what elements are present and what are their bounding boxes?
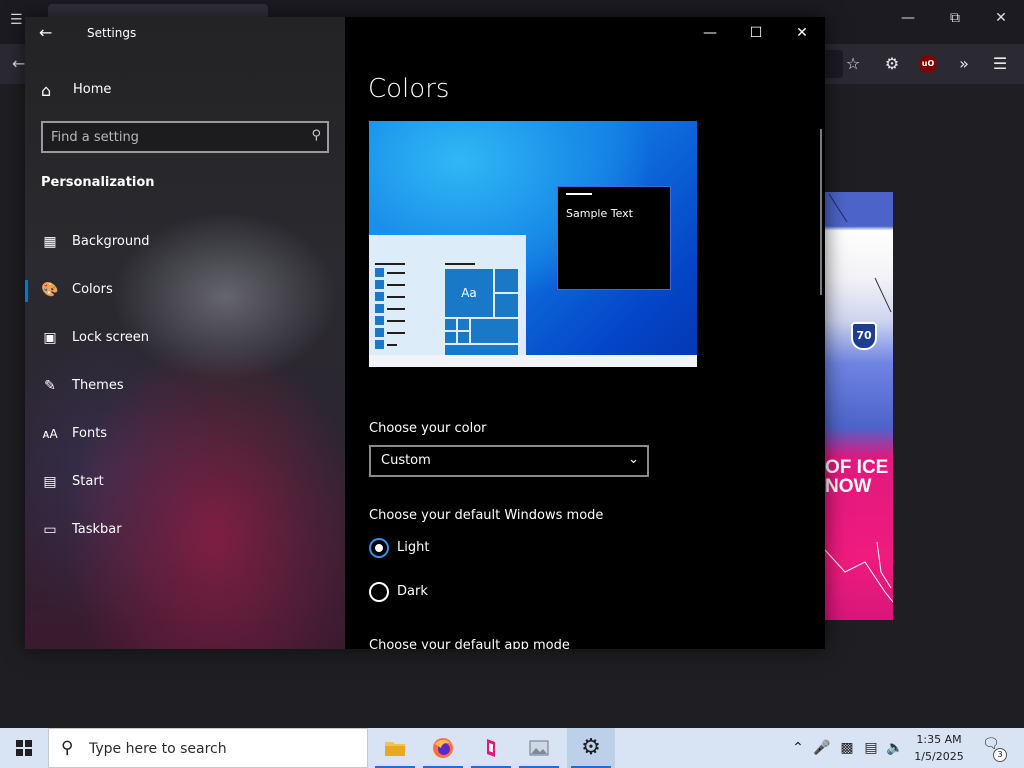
volume-icon[interactable]: 🔈 <box>885 738 905 758</box>
search-icon: ⚲ <box>311 128 321 143</box>
web-page-image: 70 OF ICE NOW <box>825 192 893 620</box>
firefox-app[interactable] <box>419 728 467 768</box>
app-mode-label: Choose your default app mode <box>369 638 570 649</box>
palette-icon: 🎨 <box>41 282 59 298</box>
page-title: Colors <box>368 74 450 104</box>
settings-content: — ☐ ✕ Colors Aa Sample Text Choose your … <box>345 17 825 649</box>
sidebar-item-label: Colors <box>72 282 113 297</box>
sidebar-item-label: Background <box>72 234 150 249</box>
bookmark-star-icon[interactable]: ☆ <box>841 52 865 76</box>
sidebar-item-start[interactable]: ▤ Start <box>25 462 345 502</box>
sidebar-item-label: Start <box>72 474 104 489</box>
home-label: Home <box>73 82 112 97</box>
photos-icon <box>529 740 549 756</box>
preview-taskbar <box>369 355 697 367</box>
overflow-chevrons-icon[interactable]: » <box>952 52 976 76</box>
browser-back-icon[interactable]: ← <box>12 54 25 73</box>
preview-start-menu: Aa <box>369 235 526 355</box>
ublock-icon[interactable]: uO <box>916 52 940 76</box>
search-input[interactable] <box>51 128 301 146</box>
choose-color-label: Choose your color <box>369 421 487 436</box>
gear-icon: ⚙ <box>581 735 601 760</box>
network-icon[interactable]: ▤ <box>861 738 881 758</box>
clock[interactable]: 1:35 AM 1/5/2025 <box>904 731 974 765</box>
taskbar-search[interactable]: ⚲ Type here to search <box>48 728 368 768</box>
preview-tile: Aa <box>445 269 493 317</box>
nav-home[interactable]: ⌂ Home <box>25 73 345 107</box>
radio-label: Dark <box>397 584 428 599</box>
maximize-icon[interactable]: ☐ <box>733 21 779 45</box>
radio-button[interactable] <box>369 538 389 558</box>
close-icon[interactable]: ✕ <box>779 21 825 45</box>
media-icon[interactable]: ▩ <box>837 738 857 758</box>
lock-screen-icon: ▣ <box>43 330 57 346</box>
browser-restore-icon[interactable]: ⧉ <box>932 10 978 36</box>
sidebar-item-background[interactable]: ▦ Background <box>25 222 345 262</box>
color-dropdown[interactable]: Custom ⌄ <box>369 445 649 477</box>
paint-3d-icon <box>487 739 495 757</box>
radio-button[interactable] <box>369 582 389 602</box>
sidebar-item-themes[interactable]: ✎ Themes <box>25 366 345 406</box>
font-icon: ᴀA <box>42 427 58 441</box>
brush-icon: ✎ <box>44 378 56 394</box>
settings-app[interactable]: ⚙ <box>567 728 615 768</box>
paint-app[interactable] <box>467 728 515 768</box>
minimize-icon[interactable]: — <box>687 21 733 45</box>
radio-light[interactable]: Light <box>369 536 569 560</box>
firefox-icon <box>433 738 453 758</box>
preview-sample-text: Sample Text <box>566 207 633 220</box>
active-indicator <box>25 280 28 302</box>
windows-mode-label: Choose your default Windows mode <box>369 508 604 523</box>
taskbar-icon: ▭ <box>43 522 57 538</box>
image-icon: ▦ <box>43 234 57 250</box>
sidebar-item-colors[interactable]: 🎨 Colors <box>25 270 345 310</box>
clock-date: 1/5/2025 <box>914 750 964 763</box>
dropdown-value: Custom <box>381 453 431 468</box>
file-explorer-app[interactable] <box>371 728 419 768</box>
app-title: Settings <box>87 26 137 40</box>
image-viewer-app[interactable] <box>515 728 563 768</box>
radio-label: Light <box>397 540 430 555</box>
search-icon: ⚲ <box>61 738 74 758</box>
start-button[interactable] <box>0 728 48 768</box>
taskbar-search-placeholder: Type here to search <box>89 741 227 757</box>
sidebar-item-label: Taskbar <box>72 522 122 537</box>
ad-headline: OF ICE NOW <box>825 457 889 497</box>
section-title: Personalization <box>41 175 155 190</box>
settings-window: ← Settings ⌂ Home ⚲ Personalization ▦ Ba… <box>25 17 825 649</box>
browser-close-icon[interactable]: ✕ <box>978 10 1024 36</box>
interstate-shield: 70 <box>851 322 877 350</box>
settings-sidebar: ← Settings ⌂ Home ⚲ Personalization ▦ Ba… <box>25 17 345 649</box>
browser-minimize-icon[interactable]: — <box>885 10 931 36</box>
sidebar-item-fonts[interactable]: ᴀA Fonts <box>25 414 345 454</box>
sidebar-item-label: Lock screen <box>72 330 149 345</box>
start-icon: ▤ <box>43 474 57 490</box>
sidebar-item-label: Fonts <box>72 426 108 441</box>
preview-window: Sample Text <box>557 186 671 290</box>
taskbar: ⚲ Type here to search ⚙ ⌃ 🎤 ▩ ▤ 🔈 1:35 A… <box>0 728 1024 768</box>
sidebar-item-lock-screen[interactable]: ▣ Lock screen <box>25 318 345 358</box>
find-setting-search[interactable]: ⚲ <box>41 121 329 153</box>
radio-dark[interactable]: Dark <box>369 580 569 604</box>
sidebar-item-label: Themes <box>72 378 124 393</box>
microphone-icon[interactable]: 🎤 <box>812 738 832 758</box>
chevron-down-icon: ⌄ <box>628 452 639 467</box>
title-bar: ← Settings <box>25 17 345 49</box>
hamburger-menu-icon[interactable]: ☰ <box>988 52 1012 76</box>
clock-time: 1:35 AM <box>916 733 962 746</box>
windows-logo-icon <box>16 740 32 756</box>
sidebar-item-taskbar[interactable]: ▭ Taskbar <box>25 510 345 550</box>
map-lines <box>825 193 893 603</box>
folder-icon <box>385 742 405 756</box>
extensions-icon[interactable]: ⚙ <box>880 52 904 76</box>
color-preview: Aa Sample Text <box>369 121 697 367</box>
scrollbar[interactable] <box>820 129 822 295</box>
back-arrow-icon[interactable]: ← <box>39 23 52 42</box>
home-icon: ⌂ <box>41 81 52 100</box>
chevron-up-icon[interactable]: ⌃ <box>788 738 808 758</box>
notification-badge: 3 <box>993 748 1007 762</box>
